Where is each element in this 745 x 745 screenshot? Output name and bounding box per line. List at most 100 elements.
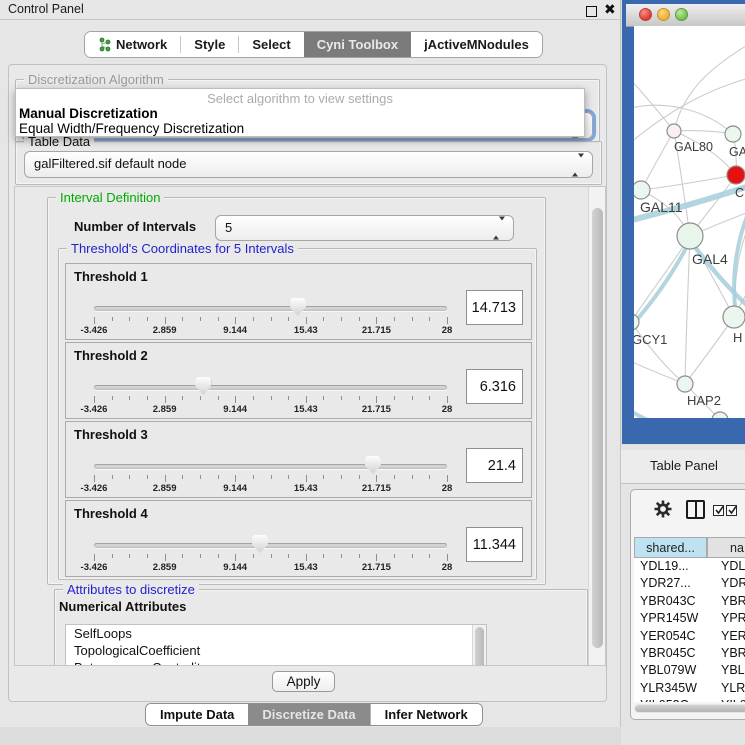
tab-jactivemnodules[interactable]: jActiveMNodules [411,32,542,57]
threshold-slider-thumb[interactable] [290,298,306,316]
network-edge[interactable] [685,236,690,384]
slider-tick [94,317,95,324]
network-node-gal4[interactable] [677,223,703,249]
network-edge[interactable] [685,317,734,384]
slider-tick [359,317,360,321]
network-node-c[interactable] [727,166,745,184]
threshold-slider-thumb[interactable] [252,535,268,553]
table-row[interactable]: YBR043C YBR0 [634,593,745,610]
columns-icon[interactable] [686,500,705,519]
attribute-item[interactable]: BetweennessCentrality [66,659,486,666]
slider-tick [94,396,95,403]
tab-cyni-toolbox[interactable]: Cyni Toolbox [304,32,411,57]
slider-tick-label: -3.426 [81,562,108,573]
table-row[interactable]: YIL052C YIL0 [634,697,745,702]
threshold-value-field[interactable]: 21.4 [466,448,523,483]
gear-icon[interactable] [653,499,673,519]
slider-tick [447,475,448,482]
network-edge[interactable] [641,131,674,190]
attribute-item[interactable]: TopologicalCoefficient [66,642,486,659]
slider-tick [376,396,377,403]
table-row[interactable]: YDL19... YDL1 [634,558,745,575]
threshold-slider-thumb[interactable] [195,377,211,395]
network-node-gal80[interactable] [667,124,681,138]
slider-tick [394,317,395,321]
slider-tick [94,475,95,482]
network-node-ga[interactable] [725,126,741,142]
network-edge[interactable] [634,74,674,131]
close-traffic-light-icon[interactable] [639,8,652,21]
network-node[interactable] [712,412,728,418]
table-row[interactable]: YER054C YER0 [634,628,745,645]
slider-tick [306,317,307,324]
bottom-tab-discretize-data[interactable]: Discretize Data [248,704,369,725]
attributes-scrollbar-thumb[interactable] [475,627,484,666]
network-edge[interactable] [634,248,686,332]
tab-select[interactable]: Select [239,32,303,57]
tab-style[interactable]: Style [181,32,238,57]
network-node-gal11[interactable] [634,181,650,199]
threshold-slider-track[interactable] [94,306,447,311]
threshold-slider-thumb[interactable] [365,456,381,474]
network-edge[interactable] [634,408,676,418]
slider-tick [129,554,130,558]
settings-scrollbar[interactable] [588,187,605,665]
threshold-value-field[interactable]: 11.344 [466,527,523,562]
table-h-scrollbar-thumb[interactable] [635,705,745,712]
threshold-value-field[interactable]: 14.713 [466,290,523,325]
algorithm-option-manual[interactable]: Manual Discretization [19,106,158,121]
numerical-attributes-list[interactable]: SelfLoopsTopologicalCoefficientBetweenne… [65,624,487,666]
bottom-tab-impute-data[interactable]: Impute Data [146,704,248,725]
table-row[interactable]: YBL079W YBL0 [634,662,745,679]
tab-network[interactable]: Network [85,32,180,57]
control-panel-titlebar[interactable]: Control Panel ✖ [0,0,620,20]
slider-tick [147,317,148,321]
float-window-icon[interactable] [586,6,597,17]
slider-tick [412,317,413,321]
network-canvas[interactable]: GAL80GACGAL11GAL4GCY1HHAP2 [634,26,745,418]
bottom-tab-infer-network[interactable]: Infer Network [370,704,482,725]
slider-tick [271,396,272,400]
threshold-slider-track[interactable] [94,385,447,390]
column-header-na[interactable]: na [707,537,745,558]
table-data-combobox[interactable]: galFiltered.sif default node [24,151,593,178]
apply-button[interactable]: Apply [272,671,335,692]
table-panel-titlebar[interactable]: Table Panel [621,450,745,484]
zoom-traffic-light-icon[interactable] [675,8,688,21]
combo-arrows-icon [572,157,584,172]
network-edge[interactable] [641,175,736,190]
interval-definition-group: Interval Definition Number of Intervals … [47,197,546,585]
attributes-scrollbar[interactable] [472,625,486,666]
network-edge[interactable] [674,131,733,134]
slider-tick [323,475,324,479]
slider-tick-label: 9.144 [223,404,247,415]
threshold-box: Threshold 4 -3.4262.8599.14415.4321.7152… [65,500,532,577]
settings-scrollbar-thumb[interactable] [592,208,603,648]
num-intervals-combobox[interactable]: 5 [215,215,514,241]
checkbox-icon[interactable] [713,505,724,516]
minimize-traffic-light-icon[interactable] [657,8,670,21]
node-label: GAL11 [640,199,683,215]
network-window-titlebar[interactable] [626,4,745,27]
algorithm-option-equal-width[interactable]: Equal Width/Frequency Discretization [19,121,244,136]
network-node-h[interactable] [723,306,745,328]
close-icon[interactable]: ✖ [604,1,616,18]
table-row[interactable]: YBR045C YBR0 [634,645,745,662]
table-data-value: galFiltered.sif default node [34,152,186,175]
attribute-item[interactable]: SelfLoops [66,625,486,642]
table-row[interactable]: YLR345W YLR3 [634,680,745,697]
slider-tick-label: 9.144 [223,483,247,494]
checkbox-icon[interactable] [726,505,737,516]
network-node-hap2[interactable] [677,376,693,392]
table-h-scrollbar[interactable] [634,704,745,713]
column-header-shared-[interactable]: shared... [634,537,707,558]
threshold-box: Threshold 3 -3.4262.8599.14415.4321.7152… [65,421,532,498]
node-label: GA [729,145,745,159]
threshold-slider-track[interactable] [94,543,447,548]
table-row[interactable]: YDR27... YDR2 [634,575,745,592]
threshold-value-field[interactable]: 6.316 [466,369,523,404]
threshold-slider-track[interactable] [94,464,447,469]
table-row[interactable]: YPR145W YPR1 [634,610,745,627]
network-edge[interactable] [634,105,733,134]
network-edge[interactable] [634,236,690,322]
